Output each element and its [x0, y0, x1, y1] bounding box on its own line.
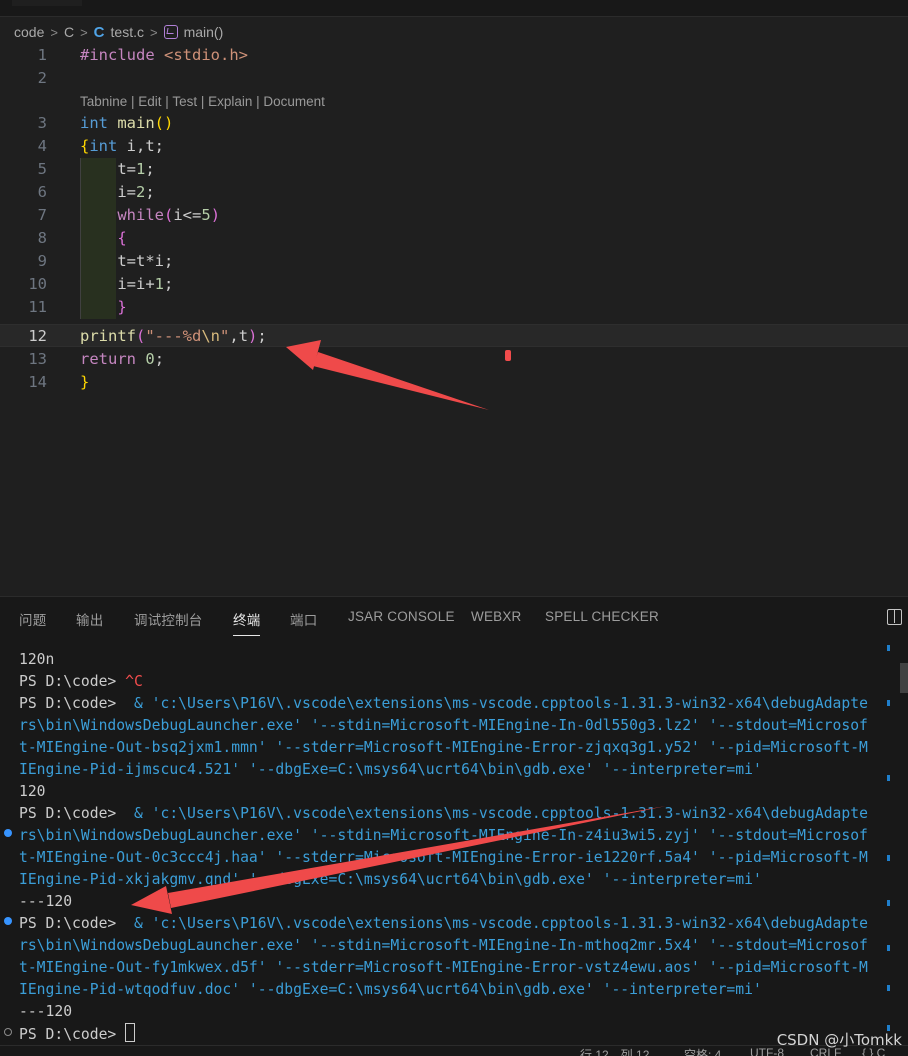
line-number: 1: [37, 46, 47, 64]
editor-tab-strip: [0, 0, 908, 17]
tab-ports[interactable]: 端口: [290, 609, 317, 629]
tab-spell-checker[interactable]: SPELL CHECKER: [545, 609, 659, 624]
bottom-panel: 问题 输出 调试控制台 终端 端口 JSAR CONSOLE WEBXR SPE…: [0, 596, 908, 1056]
code-line[interactable]: 7 while(i<=5): [0, 204, 908, 227]
tab-webxr[interactable]: WEBXR: [471, 609, 522, 624]
code-line[interactable]: 14 }: [0, 371, 908, 394]
code-line[interactable]: 11 }: [0, 296, 908, 319]
terminal-line: rs\bin\WindowsDebugLauncher.exe' '--stdi…: [19, 717, 868, 734]
code-line[interactable]: 4 {int i,t;: [0, 135, 908, 158]
code-line[interactable]: 1 #include <stdio.h>: [0, 44, 908, 67]
code-line-active[interactable]: 12 printf("---%d\n",t);: [0, 324, 908, 347]
command-success-dot-icon[interactable]: [4, 829, 12, 837]
terminal-line: t-MIEngine-Out-0c3ccc4j.haa' '--stderr=M…: [19, 849, 868, 866]
editor-tab-test-c[interactable]: [12, 0, 82, 6]
terminal-line: 120: [19, 783, 46, 800]
red-marker-icon: [505, 350, 511, 361]
breadcrumb: code > C > C test.c > main(): [14, 22, 223, 42]
terminal-overview-ruler: [887, 645, 890, 1045]
line-number: 7: [37, 206, 47, 224]
line-number: 6: [37, 183, 47, 201]
code-line[interactable]: 9 t=t*i;: [0, 250, 908, 273]
tab-terminal[interactable]: 终端: [233, 609, 261, 636]
breadcrumb-symbol[interactable]: main(): [184, 24, 224, 40]
code-line[interactable]: 5 t=1;: [0, 158, 908, 181]
function-symbol-icon: [163, 25, 178, 39]
line-number: 3: [37, 114, 47, 132]
line-number: 12: [28, 327, 47, 345]
terminal-prompt-line[interactable]: PS D:\code>: [19, 1023, 885, 1045]
tab-jsar-console[interactable]: JSAR CONSOLE: [348, 609, 455, 624]
terminal-line: PS D:\code> & 'c:\Users\P16V\.vscode\ext…: [19, 805, 868, 822]
terminal-scrollbar[interactable]: [900, 663, 908, 693]
tab-debug-console[interactable]: 调试控制台: [134, 609, 203, 629]
line-number: 4: [37, 137, 47, 155]
line-number: 9: [37, 252, 47, 270]
code-line[interactable]: 13 return 0;: [0, 348, 908, 371]
chevron-right-icon: >: [50, 24, 58, 40]
code-line[interactable]: 6 i=2;: [0, 181, 908, 204]
line-number: 8: [37, 229, 47, 247]
command-success-dot-icon[interactable]: [4, 917, 12, 925]
terminal-line: PS D:\code> ^C: [19, 673, 143, 690]
c-file-icon: C: [93, 23, 105, 41]
terminal-line: t-MIEngine-Out-fy1mkwex.d5f' '--stderr=M…: [19, 959, 868, 976]
line-number: 13: [28, 350, 47, 368]
terminal-line: 120n: [19, 651, 55, 668]
tabnine-codelens[interactable]: Tabnine | Edit | Test | Explain | Docume…: [80, 94, 325, 109]
code-line[interactable]: 3 int main(): [0, 112, 908, 135]
terminal-line: rs\bin\WindowsDebugLauncher.exe' '--stdi…: [19, 937, 868, 954]
tab-output[interactable]: 输出: [76, 609, 103, 629]
code-line[interactable]: 2: [0, 67, 908, 90]
line-number: 5: [37, 160, 47, 178]
terminal-line: rs\bin\WindowsDebugLauncher.exe' '--stdi…: [19, 827, 868, 844]
terminal-line: IEngine-Pid-ijmscuc4.521' '--dbgExe=C:\m…: [19, 761, 762, 778]
breadcrumb-folder-code[interactable]: code: [14, 24, 44, 40]
terminal-cursor: [125, 1023, 136, 1042]
breadcrumb-folder-c[interactable]: C: [64, 24, 74, 40]
line-number: 2: [37, 69, 47, 87]
line-number: 14: [28, 373, 47, 391]
code-editor[interactable]: 1 #include <stdio.h> 2 Tabnine | Edit | …: [0, 44, 908, 596]
watermark: CSDN @小Tomkk: [776, 1031, 902, 1049]
terminal-line: IEngine-Pid-wtqodfuv.doc' '--dbgExe=C:\m…: [19, 981, 762, 998]
breadcrumb-file[interactable]: test.c: [111, 24, 144, 40]
line-number: 11: [28, 298, 47, 316]
status-bar: 行 12，列 12 空格: 4 UTF-8 CRLF { } C: [0, 1045, 908, 1056]
tab-problems[interactable]: 问题: [19, 609, 46, 629]
panel-tab-bar: 问题 输出 调试控制台 终端 端口 JSAR CONSOLE WEBXR SPE…: [0, 597, 880, 637]
line-number: 10: [28, 275, 47, 293]
terminal-line: ---120: [19, 893, 73, 910]
terminal-line: ---120: [19, 1003, 73, 1020]
terminal-line: PS D:\code> & 'c:\Users\P16V\.vscode\ext…: [19, 915, 868, 932]
chevron-right-icon: >: [80, 24, 88, 40]
terminal-line: PS D:\code> & 'c:\Users\P16V\.vscode\ext…: [19, 695, 868, 712]
split-panel-icon[interactable]: [887, 609, 902, 625]
terminal-line: IEngine-Pid-xkjakgmv.qnd' '--dbgExe=C:\m…: [19, 871, 762, 888]
chevron-right-icon: >: [149, 24, 158, 40]
command-pending-dot-icon[interactable]: [4, 1028, 12, 1036]
terminal-output[interactable]: 120n PS D:\code> ^C PS D:\code> & 'c:\Us…: [19, 649, 885, 1045]
terminal-line: t-MIEngine-Out-bsq2jxm1.mmn' '--stderr=M…: [19, 739, 868, 756]
code-line[interactable]: 8 {: [0, 227, 908, 250]
code-line[interactable]: 10 i=i+1;: [0, 273, 908, 296]
